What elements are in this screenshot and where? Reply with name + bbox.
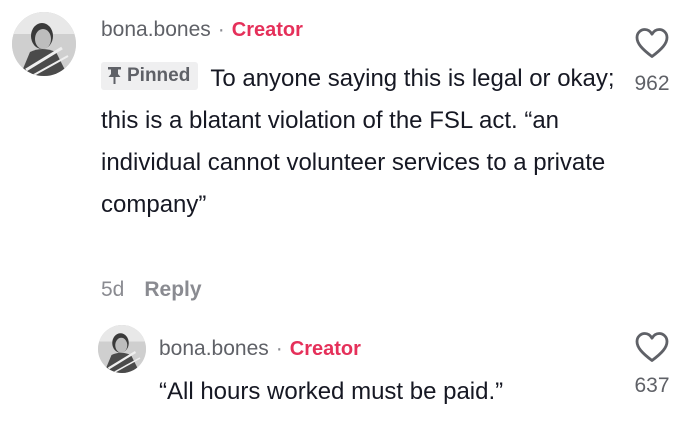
separator-dot: · xyxy=(275,337,283,360)
reply-header: bona.bones · Creator xyxy=(159,337,361,361)
heart-outline-icon xyxy=(635,332,669,362)
reply-text: “All hours worked must be paid.” xyxy=(159,378,504,405)
reply-username-link[interactable]: bona.bones xyxy=(159,337,269,361)
comment-header: bona.bones · Creator xyxy=(101,18,303,42)
comment-meta: 5d Reply xyxy=(101,278,202,302)
comment-thread: bona.bones · Creator Pinned To anyone sa… xyxy=(0,0,700,431)
pinned-label: Pinned xyxy=(127,64,191,86)
creator-badge: Creator xyxy=(231,18,303,41)
like-button[interactable] xyxy=(634,26,670,60)
reply-button[interactable]: Reply xyxy=(144,278,201,302)
like-count: 962 xyxy=(634,72,670,95)
separator-dot: · xyxy=(217,18,225,41)
avatar-image xyxy=(98,325,146,373)
avatar[interactable] xyxy=(12,12,76,76)
creator-badge: Creator xyxy=(289,337,361,360)
reply-like-button[interactable] xyxy=(634,330,670,364)
pinned-badge: Pinned xyxy=(101,61,199,90)
comment-age: 5d xyxy=(101,278,125,301)
heart-outline-icon xyxy=(635,28,669,58)
comment-body: Pinned To anyone saying this is legal or… xyxy=(101,58,621,226)
reply-like-count: 637 xyxy=(634,374,670,397)
reply-avatar[interactable] xyxy=(98,325,146,373)
pin-icon xyxy=(108,67,121,84)
avatar-image xyxy=(12,12,76,76)
username-link[interactable]: bona.bones xyxy=(101,18,211,42)
